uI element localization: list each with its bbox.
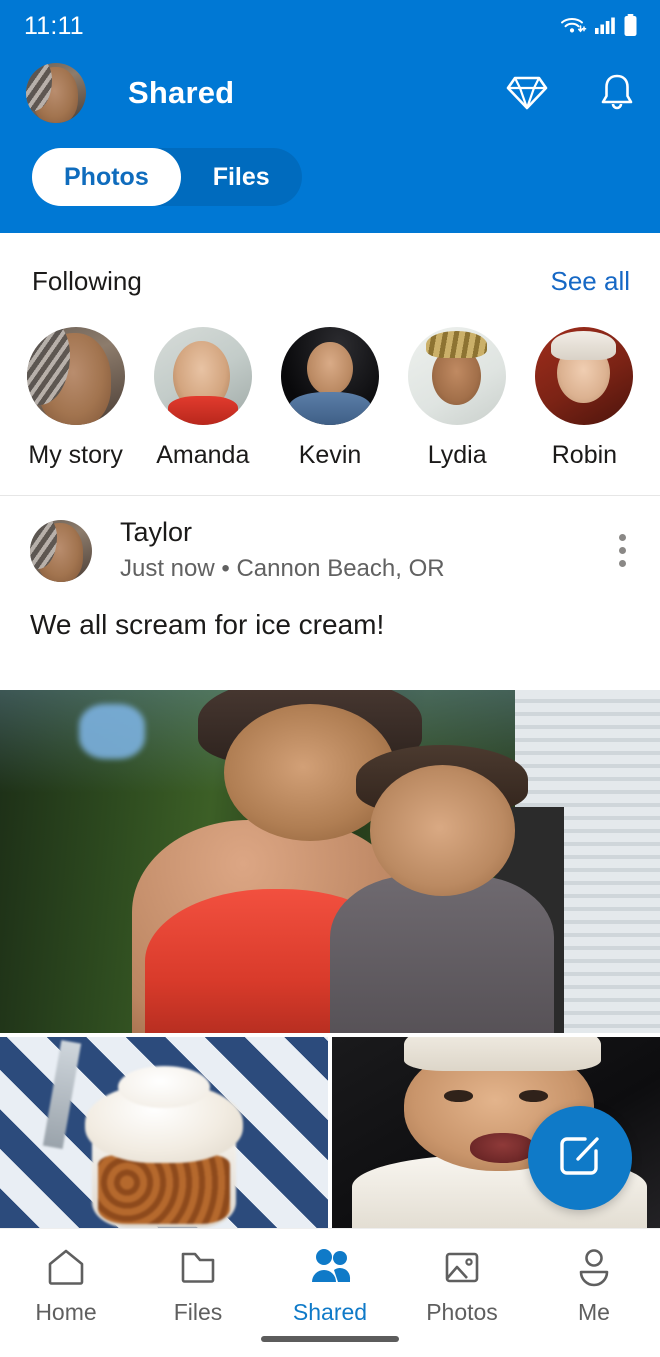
story-label: Lydia [427,441,487,469]
story-label: Robin [551,441,618,469]
story-avatar [153,327,252,425]
post-card: Taylor Just now • Cannon Beach, OR We al… [0,496,660,690]
person-icon [572,1245,616,1289]
wifi-icon [559,14,587,38]
compose-edit-icon [555,1131,605,1186]
post-overflow-menu[interactable] [611,524,634,577]
avatar-image [26,63,86,123]
following-header: Following See all [0,261,660,301]
status-bar: 11:11 [0,0,660,52]
premium-diamond-icon[interactable] [506,74,548,112]
story-label: Kevin [298,441,362,469]
post-author-name: Taylor [120,517,193,547]
photo-grid [0,690,660,1228]
more-dot-icon [619,534,626,542]
app-header: 11:11 Shared Photos Files [0,0,660,233]
app-bar: Shared [0,52,660,134]
following-title: Following [32,265,142,296]
story-avatar [408,327,507,425]
cellular-signal-icon [594,14,616,38]
post-timestamp-location: Just now • Cannon Beach, OR [120,555,445,583]
tab-files[interactable]: Files [181,148,302,206]
compose-fab[interactable] [528,1106,632,1210]
following-section: Following See all My story Amanda Kevin … [0,233,660,496]
tab-photos[interactable]: Photos [32,148,181,206]
story-item-lydia[interactable]: Lydia [394,327,521,470]
app-bar-actions [506,72,636,114]
post-meta: Taylor Just now • Cannon Beach, OR [120,514,445,587]
page-title: Shared [128,75,235,110]
nav-item-home[interactable]: Home [0,1245,132,1326]
status-time: 11:11 [24,11,84,40]
story-avatar [281,327,379,425]
story-avatar [26,327,125,425]
story-row: My story Amanda Kevin Lydia Robin [0,301,660,470]
home-icon [44,1245,88,1289]
story-item-robin[interactable]: Robin [521,327,648,470]
story-label: Amanda [156,441,250,469]
battery-icon [623,13,638,39]
nav-item-photos[interactable]: Photos [396,1245,528,1326]
post-caption: We all scream for ice cream! [30,609,385,641]
post-author-avatar[interactable] [30,519,92,582]
tab-group: Photos Files [32,148,302,206]
status-icons [559,13,638,39]
nav-item-shared[interactable]: Shared [264,1245,396,1326]
app-root: 11:11 Shared Photos Files Following See … [0,0,660,1357]
see-all-link[interactable]: See all [551,266,631,297]
notifications-bell-icon[interactable] [598,72,636,114]
people-icon [306,1245,354,1289]
story-item-my-story[interactable]: My story [12,327,139,470]
header-tabs: Photos Files [0,146,660,208]
home-indicator[interactable] [261,1336,399,1342]
avatar[interactable] [26,63,86,123]
home-indicator-area [0,1321,660,1357]
nav-item-files[interactable]: Files [132,1245,264,1326]
story-item-amanda[interactable]: Amanda [139,327,266,470]
more-dot-icon [619,547,626,555]
folder-icon [176,1245,220,1289]
more-dot-icon [619,560,626,568]
image-icon [440,1245,484,1289]
story-item-kevin[interactable]: Kevin [266,327,393,470]
nav-item-me[interactable]: Me [528,1245,660,1326]
story-avatar [535,327,634,425]
photo-family-selfie[interactable] [0,690,660,1033]
post-header: Taylor Just now • Cannon Beach, OR [0,514,660,587]
story-label: My story [28,441,123,469]
photo-ice-cream-sundae[interactable] [0,1037,328,1228]
